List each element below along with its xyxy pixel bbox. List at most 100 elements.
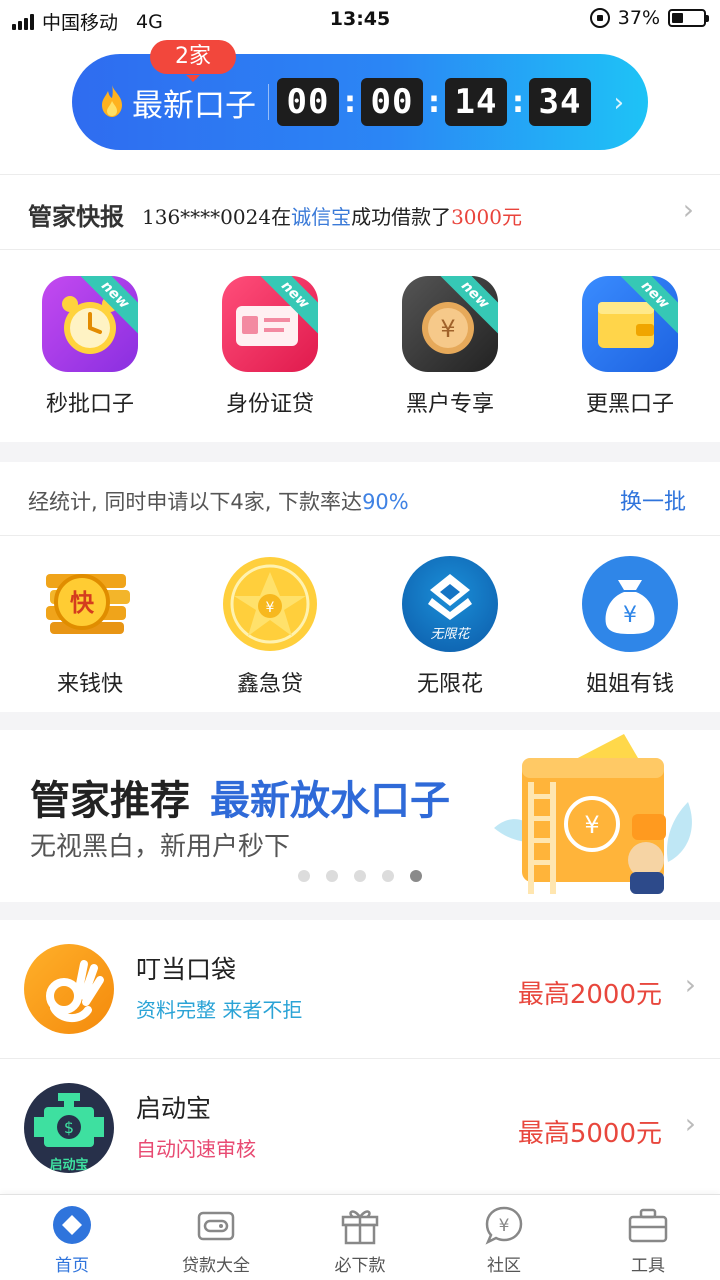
carousel-dot-active[interactable] [410,870,422,882]
recommend-apps-section: 经统计, 同时申请以下4家, 下款率达90% 换一批 快 来钱快 ¥ 鑫急贷 无… [0,462,720,712]
promo-banner[interactable]: 管家推荐 最新放水口子 无视黑白，新用户秒下 ¥ [0,730,720,902]
status-bar: 中国移动 4G 13:45 37% [0,0,720,40]
loan-list: 叮当口袋 资料完整 来者不拒 最高2000元 › $ 启动宝 启动宝 自动闪速审… [0,920,720,1194]
app-logo-text: 无限花 [430,627,471,642]
category-label: 更黑口子 [585,392,674,417]
news-action: 成功借款了 [351,205,452,229]
chevron-right-icon: › [684,1107,696,1140]
category-label: 秒批口子 [45,392,134,417]
news-text: 136****0024在诚信宝成功借款了3000元 [142,201,522,230]
bottom-nav: 首页 贷款大全 必下款 ¥ 社区 工具 [0,1194,720,1280]
app-item-wuxianhua[interactable]: 无限花 无限花 [360,556,540,698]
category-grid: new 秒批口子 new 身份证贷 ¥ new 黑户专享 new 更黑口子 [0,250,720,442]
stats-description: 经统计, 同时申请以下4家, 下款率达 [28,490,363,514]
timer-digit-2: 00 [361,78,423,126]
wuxianhua-logo-icon: 无限花 [402,556,498,652]
nav-label: 首页 [55,1256,89,1276]
stats-text: 经统计, 同时申请以下4家, 下款率达90% [28,486,409,516]
promo-title: 管家推荐 [30,778,190,824]
carousel-dot[interactable] [382,870,394,882]
category-item-genghei[interactable]: new 更黑口子 [540,276,720,418]
news-label: 管家快报 [28,203,124,231]
nav-tab-tools[interactable]: 工具 [576,1205,720,1276]
svg-text:¥: ¥ [584,811,599,839]
alarm-clock-icon: new [42,276,138,372]
carousel-indicator [298,870,422,882]
gold-medal-icon: ¥ [222,556,318,652]
svg-text:¥: ¥ [440,315,455,343]
chevron-right-icon: › [682,193,694,226]
gift-icon [339,1205,381,1245]
refresh-batch-button[interactable]: 换一批 [620,484,686,516]
countdown-timer: 00 : 00 : 14 : 34 [277,78,591,126]
carousel-dot[interactable] [326,870,338,882]
countdown-banner-section: 最新口子 00 : 00 : 14 : 34 › 2家 [0,40,720,174]
news-amount: 3000元 [451,205,522,229]
category-item-miaopi[interactable]: new 秒批口子 [0,276,180,418]
loan-name: 叮当口袋 [136,955,237,984]
home-diamond-icon [51,1205,93,1245]
stats-header: 经统计, 同时申请以下4家, 下款率达90% 换一批 [0,462,720,536]
timer-digit-1: 00 [277,78,339,126]
app-item-jiejieyouqian[interactable]: ¥ 姐姐有钱 [540,556,720,698]
category-item-idcard[interactable]: new 身份证贷 [180,276,360,418]
news-phone: 136****0024在 [142,205,292,229]
loan-tag: 自动闪速审核 [136,1137,256,1161]
wallet-icon: new [582,276,678,372]
app-label: 无限花 [416,672,483,697]
app-label: 姐姐有钱 [585,672,674,697]
nav-label: 工具 [631,1256,665,1276]
divider [268,84,269,120]
loan-item-qidongbao[interactable]: $ 启动宝 启动宝 自动闪速审核 最高5000元 › [0,1058,720,1196]
chevron-right-icon: › [684,968,696,1001]
engine-icon: $ 启动宝 [24,1083,114,1173]
wallet-illustration-icon: ¥ [494,734,692,894]
loan-tag: 资料完整 来者不拒 [136,998,303,1022]
chevron-right-icon: › [613,88,624,118]
app-label: 来钱快 [56,672,123,697]
loan-item-dingdangkoudai[interactable]: 叮当口袋 资料完整 来者不拒 最高2000元 › [0,920,720,1058]
category-item-heihu[interactable]: ¥ new 黑户专享 [360,276,540,418]
flame-icon [102,85,122,117]
promo-title-highlight: 最新放水口子 [210,778,450,824]
loan-logo-text: 启动宝 [49,1157,88,1173]
promo-subtitle: 无视黑白，新用户秒下 [30,832,291,862]
nav-label: 必下款 [334,1256,386,1276]
timer-colon: : [512,84,524,120]
count-badge: 2家 [150,40,236,82]
nav-tab-loans[interactable]: 贷款大全 [144,1205,288,1276]
app-label: 鑫急贷 [236,672,303,697]
chat-yuan-icon: ¥ [483,1205,525,1245]
yuan-coin-icon: ¥ new [402,276,498,372]
carousel-dot[interactable] [298,870,310,882]
app-item-xinjidai[interactable]: ¥ 鑫急贷 [180,556,360,698]
app-logo-text: 快 [70,589,95,617]
timer-digit-4: 34 [529,78,591,126]
nav-tab-home[interactable]: 首页 [0,1205,144,1276]
rotation-lock-icon [589,8,610,28]
wallet-outline-icon [195,1205,237,1245]
svg-text:¥: ¥ [266,600,275,616]
nav-tab-must[interactable]: 必下款 [288,1205,432,1276]
carousel-dot[interactable] [354,870,366,882]
svg-text:¥: ¥ [499,1216,510,1236]
app-item-laiqiankuai[interactable]: 快 来钱快 [0,556,180,698]
battery-percent: 37% [617,7,660,29]
loan-amount: 最高2000元 [517,980,662,1010]
news-ticker[interactable]: 管家快报 136****0024在诚信宝成功借款了3000元 › [0,174,720,250]
nav-label: 社区 [487,1256,521,1276]
svg-text:¥: ¥ [623,603,637,628]
timer-colon: : [344,84,356,120]
nav-label: 贷款大全 [182,1256,250,1276]
gold-coins-icon: 快 [42,556,138,652]
nav-tab-community[interactable]: ¥ 社区 [432,1205,576,1276]
timer-colon: : [428,84,440,120]
money-bag-icon: ¥ [582,556,678,652]
id-card-icon: new [222,276,318,372]
svg-text:$: $ [64,1118,74,1137]
ok-hand-icon [24,944,114,1034]
stats-rate: 90% [362,490,409,514]
countdown-title: 最新口子 [132,88,256,124]
category-label: 身份证贷 [225,392,314,417]
loan-amount: 最高5000元 [517,1119,662,1149]
